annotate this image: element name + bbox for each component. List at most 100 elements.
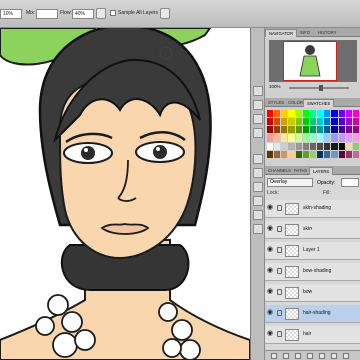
swatch-cell[interactable] — [281, 126, 288, 134]
swatch-cell[interactable] — [267, 142, 274, 150]
swatch-cell[interactable] — [352, 150, 359, 158]
adjustment-layer-icon[interactable] — [307, 353, 313, 359]
layer-row[interactable]: ◉ bow-shading — [265, 263, 360, 281]
tab-navigator[interactable]: NAVIGATOR — [265, 29, 297, 37]
swatch-cell[interactable] — [281, 142, 288, 150]
swatch-cell[interactable] — [345, 142, 352, 150]
swatch-grid[interactable] — [267, 110, 359, 158]
sample-all-layers-checkbox[interactable] — [110, 10, 116, 16]
visibility-eye-icon[interactable]: ◉ — [267, 330, 275, 338]
link-layers-icon[interactable] — [271, 353, 277, 359]
actions-icon[interactable] — [253, 100, 263, 110]
airbrush-icon[interactable] — [96, 8, 106, 19]
adjust-icon[interactable] — [253, 154, 263, 164]
swatch-cell[interactable] — [324, 134, 331, 142]
swatch-cell[interactable] — [309, 142, 317, 150]
layer-name[interactable]: hair — [303, 331, 311, 337]
tab-paths[interactable]: PATHS — [291, 167, 310, 175]
swatch-cell[interactable] — [274, 150, 281, 158]
swatch-cell[interactable] — [309, 110, 317, 118]
swatch-cell[interactable] — [288, 134, 295, 142]
layer-thumbnail[interactable] — [285, 266, 299, 278]
visibility-eye-icon[interactable]: ◉ — [267, 204, 275, 212]
layer-name[interactable]: hair-shading — [303, 310, 331, 316]
layer-link-icon[interactable] — [277, 331, 282, 337]
layer-link-icon[interactable] — [277, 268, 282, 274]
swatch-cell[interactable] — [317, 150, 324, 158]
swatch-cell[interactable] — [267, 126, 274, 134]
add-mask-icon[interactable] — [295, 353, 301, 359]
tab-channels[interactable]: CHANNELS — [265, 167, 294, 175]
swatch-cell[interactable] — [317, 110, 324, 118]
swatch-cell[interactable] — [317, 134, 324, 142]
swatch-cell[interactable] — [288, 118, 295, 126]
swatch-cell[interactable] — [352, 118, 359, 126]
flow-field[interactable]: 40% — [72, 9, 94, 19]
pressure-icon[interactable] — [160, 8, 170, 19]
swatch-cell[interactable] — [324, 142, 331, 150]
swatch-cell[interactable] — [267, 150, 274, 158]
swatch-cell[interactable] — [317, 126, 324, 134]
navigator-thumbnail[interactable] — [283, 41, 337, 81]
swatch-cell[interactable] — [302, 134, 309, 142]
swatch-cell[interactable] — [345, 126, 352, 134]
swatch-cell[interactable] — [338, 126, 345, 134]
layer-thumbnail[interactable] — [285, 224, 299, 236]
visibility-eye-icon[interactable]: ◉ — [267, 288, 275, 296]
swatch-cell[interactable] — [295, 118, 302, 126]
swatch-cell[interactable] — [274, 142, 281, 150]
swatch-cell[interactable] — [274, 110, 281, 118]
mix-field[interactable] — [36, 9, 58, 19]
visibility-eye-icon[interactable]: ◉ — [267, 225, 275, 233]
swatch-cell[interactable] — [288, 142, 295, 150]
swatch-cell[interactable] — [295, 110, 302, 118]
swatch-cell[interactable] — [274, 134, 281, 142]
swatch-cell[interactable] — [267, 110, 274, 118]
swatch-cell[interactable] — [338, 110, 345, 118]
layer-row[interactable]: ◉ bow — [265, 284, 360, 302]
layer-name[interactable]: bow-shading — [303, 268, 331, 274]
layer-link-icon[interactable] — [277, 310, 282, 316]
layer-link-icon[interactable] — [277, 289, 282, 295]
swatch-cell[interactable] — [302, 126, 309, 134]
layer-name[interactable]: skin — [303, 226, 312, 232]
swatch-cell[interactable] — [324, 110, 331, 118]
swatch-cell[interactable] — [338, 134, 345, 142]
swatch-cell[interactable] — [352, 134, 359, 142]
swatch-icon[interactable] — [253, 114, 263, 124]
swatch-cell[interactable] — [295, 126, 302, 134]
type-icon[interactable] — [253, 224, 263, 234]
swatch-cell[interactable] — [309, 126, 317, 134]
tab-history[interactable]: HISTORY — [315, 29, 339, 37]
layer-row[interactable]: ◉ hair — [265, 326, 360, 344]
layer-row[interactable]: ◉ Layer 1 — [265, 242, 360, 260]
swatch-cell[interactable] — [317, 142, 324, 150]
swatch-cell[interactable] — [324, 150, 331, 158]
swatch-cell[interactable] — [274, 118, 281, 126]
document-canvas[interactable] — [0, 28, 250, 360]
blend-mode-select[interactable]: Overlay — [267, 178, 313, 187]
paths-icon[interactable] — [253, 210, 263, 220]
layer-name[interactable]: skin-shading — [303, 205, 331, 211]
swatch-cell[interactable] — [338, 150, 345, 158]
swatch-cell[interactable] — [331, 118, 338, 126]
swatch-cell[interactable] — [309, 118, 317, 126]
opacity-field[interactable] — [341, 178, 359, 187]
visibility-eye-icon[interactable]: ◉ — [267, 267, 275, 275]
layer-thumbnail[interactable] — [285, 245, 299, 257]
swatch-cell[interactable] — [352, 110, 359, 118]
tab-info[interactable]: INFO — [297, 29, 313, 37]
tab-styles[interactable]: STYLES — [265, 99, 287, 107]
swatch-cell[interactable] — [331, 142, 338, 150]
swatch-cell[interactable] — [345, 134, 352, 142]
new-group-icon[interactable] — [319, 353, 325, 359]
swatch-cell[interactable] — [302, 110, 309, 118]
layer-thumbnail[interactable] — [285, 287, 299, 299]
swatch-cell[interactable] — [295, 150, 302, 158]
swatch-cell[interactable] — [267, 118, 274, 126]
swatch-cell[interactable] — [302, 118, 309, 126]
swatch-cell[interactable] — [288, 110, 295, 118]
trash-icon[interactable] — [343, 353, 349, 359]
swatch-cell[interactable] — [309, 150, 317, 158]
swatch-cell[interactable] — [331, 150, 338, 158]
